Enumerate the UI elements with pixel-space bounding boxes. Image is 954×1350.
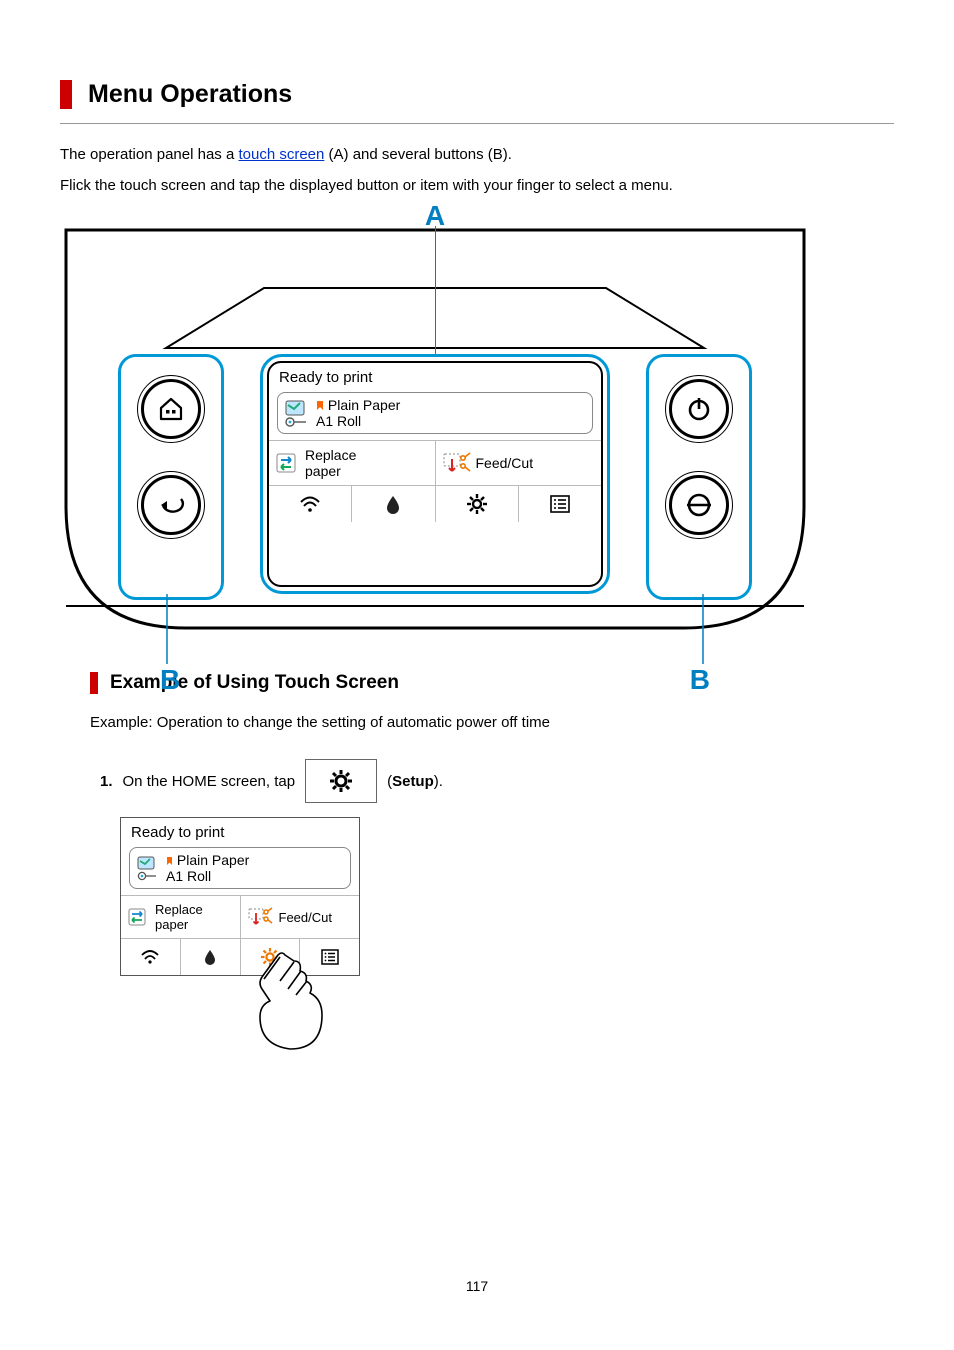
lcd-replace-paper[interactable]: Replace paper <box>269 441 435 485</box>
lcd-ink-2[interactable] <box>180 939 240 975</box>
lcd-status: Ready to print <box>269 363 601 390</box>
marker-b-left: B <box>160 664 180 696</box>
lcd-paper-type: Plain Paper <box>328 397 400 413</box>
heading-2: Example of Using Touch Screen <box>90 672 894 694</box>
step-1-figure: Ready to print Plain Paper A1 Roll <box>120 817 894 976</box>
leader-line-a <box>435 226 436 354</box>
home-button[interactable] <box>141 379 201 439</box>
lcd-paper-type-2: Plain Paper <box>177 852 249 868</box>
lcd-replace-label: Replace paper <box>305 447 356 479</box>
lcd-icon-row <box>269 485 601 522</box>
figure-panel: A <box>60 224 894 634</box>
ink-drop-icon <box>204 949 216 965</box>
intro-post: (A) and several buttons (B). <box>324 146 512 163</box>
lcd-paper-text: Plain Paper A1 Roll <box>316 397 400 429</box>
replace-icon <box>127 906 149 928</box>
step-1: 1. On the HOME screen, tap (Setup). <box>100 759 894 803</box>
home-icon <box>158 396 184 422</box>
example-intro: Example: Operation to change the setting… <box>90 714 894 731</box>
heading-1: Menu Operations <box>60 80 894 109</box>
button-group-left <box>118 354 224 600</box>
lcd-replace-label-2: Replace paper <box>155 902 203 932</box>
stop-button-outer <box>665 471 733 539</box>
back-button-outer <box>137 471 205 539</box>
touch-screen-area[interactable]: Ready to print Plain Paper A1 Ro <box>260 354 610 594</box>
intro-line1: The operation panel has a touch screen (… <box>60 146 894 163</box>
marker-b-right: B <box>690 664 710 696</box>
power-button[interactable] <box>669 379 729 439</box>
power-icon <box>686 396 712 422</box>
step-1-num: 1. <box>100 773 113 790</box>
lcd-jobs[interactable] <box>518 486 601 522</box>
lcd-paper-text-2: Plain Paper A1 Roll <box>166 852 249 884</box>
replace-icon <box>275 451 299 475</box>
leader-b-left <box>164 594 170 664</box>
gear-icon <box>467 494 487 514</box>
lcd-feed-cut[interactable]: Feed/Cut <box>435 441 602 485</box>
lcd-paper-size-2: A1 Roll <box>166 868 211 884</box>
intro-pre: The operation panel has a <box>60 146 238 163</box>
step-1-pre: On the HOME screen, tap <box>123 773 296 790</box>
hand-pointer <box>250 949 340 1064</box>
home-button-outer <box>137 375 205 443</box>
bookmark-icon <box>316 401 324 411</box>
wifi-icon <box>140 949 160 965</box>
paper-roll-icon <box>136 855 160 881</box>
heading-rule <box>60 123 894 124</box>
back-icon <box>157 495 185 515</box>
lcd-wifi[interactable] <box>269 486 351 522</box>
heading-2-text: Example of Using Touch Screen <box>110 672 399 693</box>
hand-icon <box>250 949 340 1059</box>
lcd-paper-size: A1 Roll <box>316 413 361 429</box>
power-button-outer <box>665 375 733 443</box>
lcd-wifi-2[interactable] <box>121 939 180 975</box>
feedcut-icon <box>247 906 273 928</box>
lcd-screen[interactable]: Ready to print Plain Paper A1 Ro <box>267 361 603 587</box>
stop-icon <box>684 492 714 518</box>
lcd-replace-paper-2[interactable]: Replace paper <box>121 896 240 938</box>
lcd-feedcut-label: Feed/Cut <box>476 455 534 471</box>
step1-setup-bold: Setup <box>392 773 434 790</box>
bookmark-icon <box>166 857 173 866</box>
paper-roll-icon <box>284 399 310 427</box>
step-1-post: (Setup). <box>387 773 443 790</box>
leader-b-right <box>700 594 706 664</box>
gear-icon <box>329 769 353 793</box>
setup-icon-box <box>305 759 377 803</box>
stop-button[interactable] <box>669 475 729 535</box>
feedcut-icon <box>442 451 470 475</box>
job-list-icon <box>550 495 570 513</box>
intro-line2: Flick the touch screen and tap the displ… <box>60 177 894 194</box>
lcd-ink[interactable] <box>351 486 434 522</box>
back-button[interactable] <box>141 475 201 535</box>
page-number: 117 <box>0 1278 954 1294</box>
lcd-status-2: Ready to print <box>121 818 359 845</box>
button-group-right <box>646 354 752 600</box>
lcd-feed-cut-2[interactable]: Feed/Cut <box>240 896 360 938</box>
ink-drop-icon <box>386 495 400 513</box>
touch-screen-link[interactable]: touch screen <box>238 146 324 163</box>
lcd-setup[interactable] <box>435 486 518 522</box>
heading-1-text: Menu Operations <box>88 80 292 108</box>
step1-paren-close: ). <box>434 773 443 790</box>
lcd-paper-panel[interactable]: Plain Paper A1 Roll <box>277 392 593 434</box>
lcd-feedcut-label-2: Feed/Cut <box>279 910 332 925</box>
wifi-icon <box>299 495 321 513</box>
lcd-paper-panel-2[interactable]: Plain Paper A1 Roll <box>129 847 351 889</box>
